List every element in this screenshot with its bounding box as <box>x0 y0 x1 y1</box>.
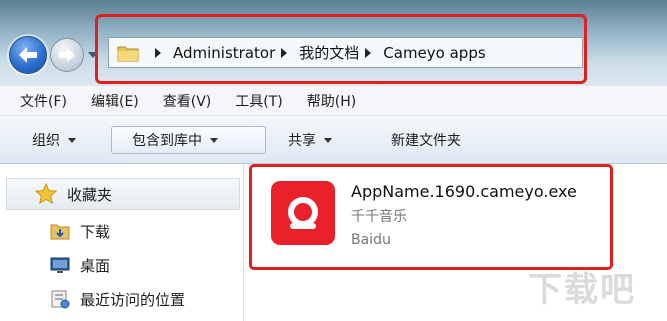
watermark: 下载吧 <box>528 270 636 310</box>
menu-file[interactable]: 文件(F) <box>20 91 67 111</box>
file-description: 千千音乐 <box>351 209 407 225</box>
back-button[interactable] <box>9 36 47 74</box>
include-in-library-button[interactable]: 包含到库中 <box>111 126 266 154</box>
caret-down-icon <box>68 137 76 143</box>
recent-places-icon <box>50 289 70 309</box>
menu-help[interactable]: 帮助(H) <box>307 91 356 111</box>
menu-edit[interactable]: 编辑(E) <box>91 91 139 111</box>
sidebar-item-recent-places[interactable]: 最近访问的位置 <box>50 286 185 312</box>
sidebar-item-label: 下载 <box>80 222 111 241</box>
file-name[interactable]: AppName.1690.cameyo.exe <box>351 182 577 201</box>
sidebar-item-desktop[interactable]: 桌面 <box>50 252 110 278</box>
organize-button[interactable]: 组织 <box>22 126 86 154</box>
command-toolbar: 组织 包含到库中 共享 新建文件夹 <box>0 117 667 164</box>
favorites-label: 收藏夹 <box>67 185 113 204</box>
new-folder-label: 新建文件夹 <box>391 133 461 149</box>
download-folder-icon <box>50 221 70 241</box>
new-folder-button[interactable]: 新建文件夹 <box>381 126 471 154</box>
share-label: 共享 <box>288 133 316 149</box>
forward-button[interactable] <box>50 38 84 72</box>
arrow-right-icon <box>59 48 75 62</box>
organize-label: 组织 <box>32 133 60 149</box>
navigation-pane: 收藏夹 下载 桌面 最近访问的位置 <box>0 164 243 321</box>
sidebar-item-label: 桌面 <box>80 256 111 275</box>
title-bar: Administrator 我的文档 Cameyo apps <box>0 0 667 86</box>
address-highlight-box <box>95 14 587 84</box>
star-icon <box>35 183 57 205</box>
caret-down-icon <box>210 137 218 143</box>
arrow-left-icon <box>19 47 37 63</box>
sidebar-item-label: 最近访问的位置 <box>80 290 186 309</box>
share-button[interactable]: 共享 <box>278 126 342 154</box>
menu-bar: 文件(F) 编辑(E) 查看(V) 工具(T) 帮助(H) <box>0 86 667 116</box>
caret-down-icon <box>324 137 332 143</box>
sidebar-item-downloads[interactable]: 下载 <box>50 218 110 244</box>
include-in-library-label: 包含到库中 <box>132 133 202 149</box>
file-company: Baidu <box>351 232 391 248</box>
sidebar-favorites[interactable]: 收藏夹 <box>6 178 240 210</box>
qianqian-music-app-icon[interactable] <box>271 181 335 245</box>
desktop-icon <box>50 255 70 275</box>
menu-tools[interactable]: 工具(T) <box>235 91 282 111</box>
menu-view[interactable]: 查看(V) <box>163 91 212 111</box>
